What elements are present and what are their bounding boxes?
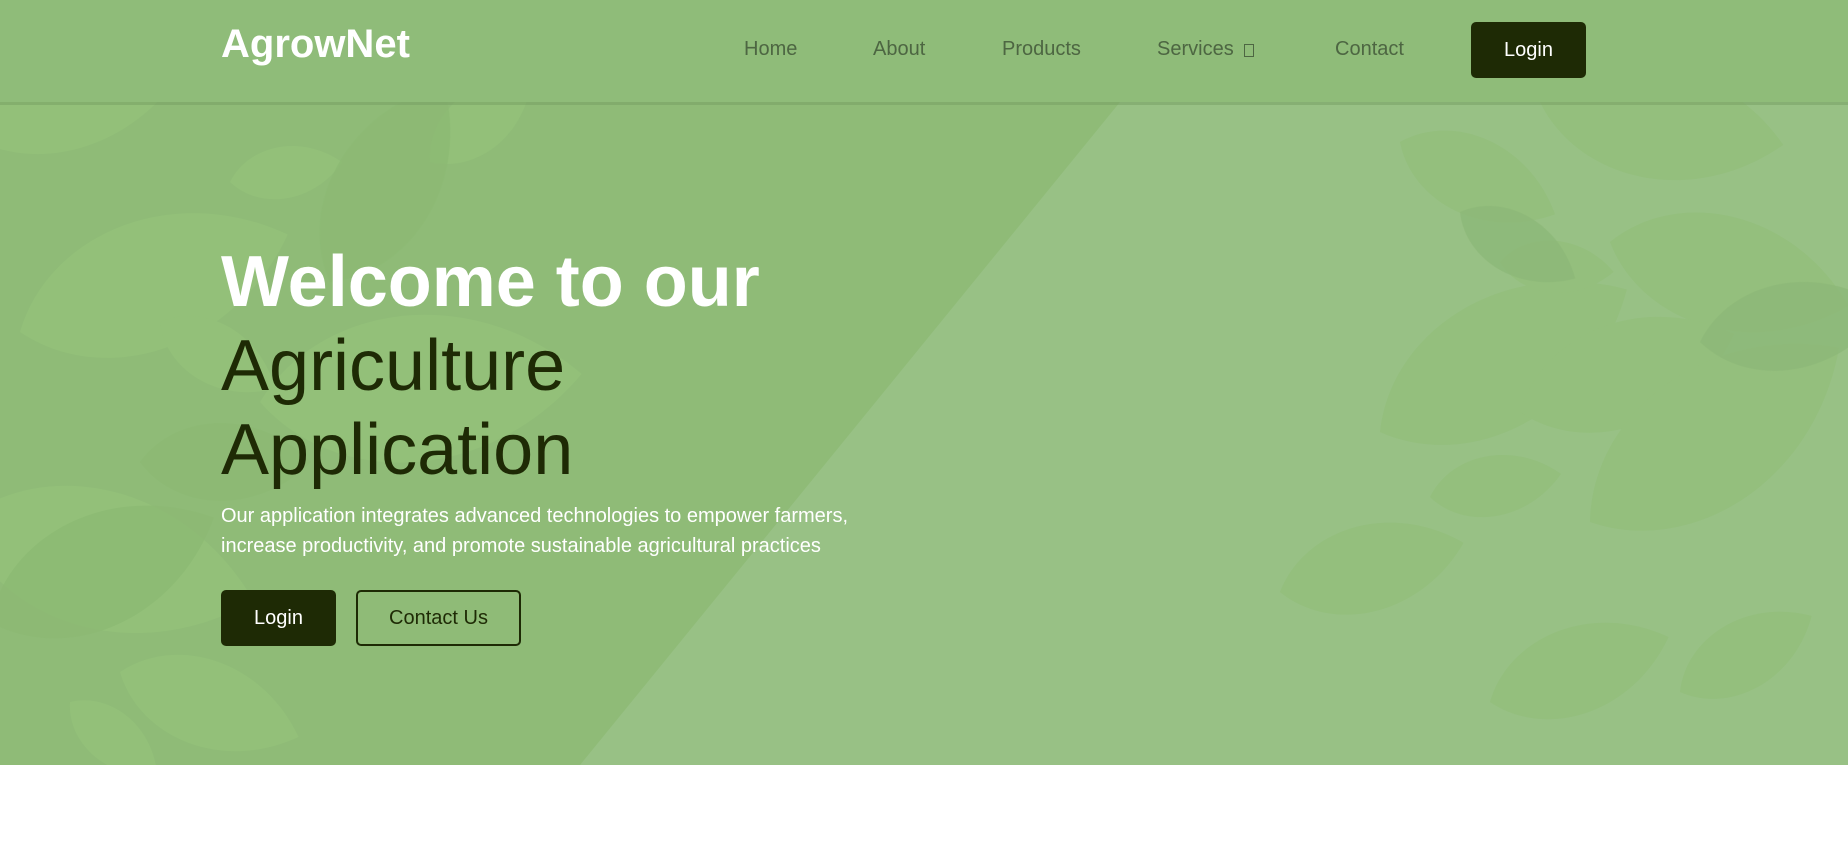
header-login-button[interactable]: Login <box>1471 22 1586 78</box>
nav-services-dropdown[interactable]: Services <box>1157 38 1254 61</box>
nav-services-label: Services <box>1157 38 1234 60</box>
nav-products-link[interactable]: Products <box>1002 38 1081 61</box>
hero-title-line-3: Application <box>221 410 574 490</box>
hero-contact-button[interactable]: Contact Us <box>356 590 521 646</box>
hero-description: Our application integrates advanced tech… <box>221 505 849 557</box>
page: AgrowNet Home About Products Services Co… <box>0 0 1848 861</box>
site-header: AgrowNet Home About Products Services Co… <box>0 0 1848 102</box>
hero-section: Welcome to our Agriculture Application O… <box>0 102 1848 765</box>
chevron-down-icon <box>1243 44 1254 57</box>
nav-home-link[interactable]: Home <box>744 38 797 61</box>
hero-title-line-1: Welcome to our <box>221 242 760 322</box>
hero-title-line-2: Agriculture <box>221 326 566 406</box>
nav-contact-link[interactable]: Contact <box>1335 38 1404 61</box>
hero-login-button[interactable]: Login <box>221 590 336 646</box>
nav-about-link[interactable]: About <box>873 38 925 61</box>
hero-title: Welcome to our Agriculture Application <box>221 240 760 492</box>
